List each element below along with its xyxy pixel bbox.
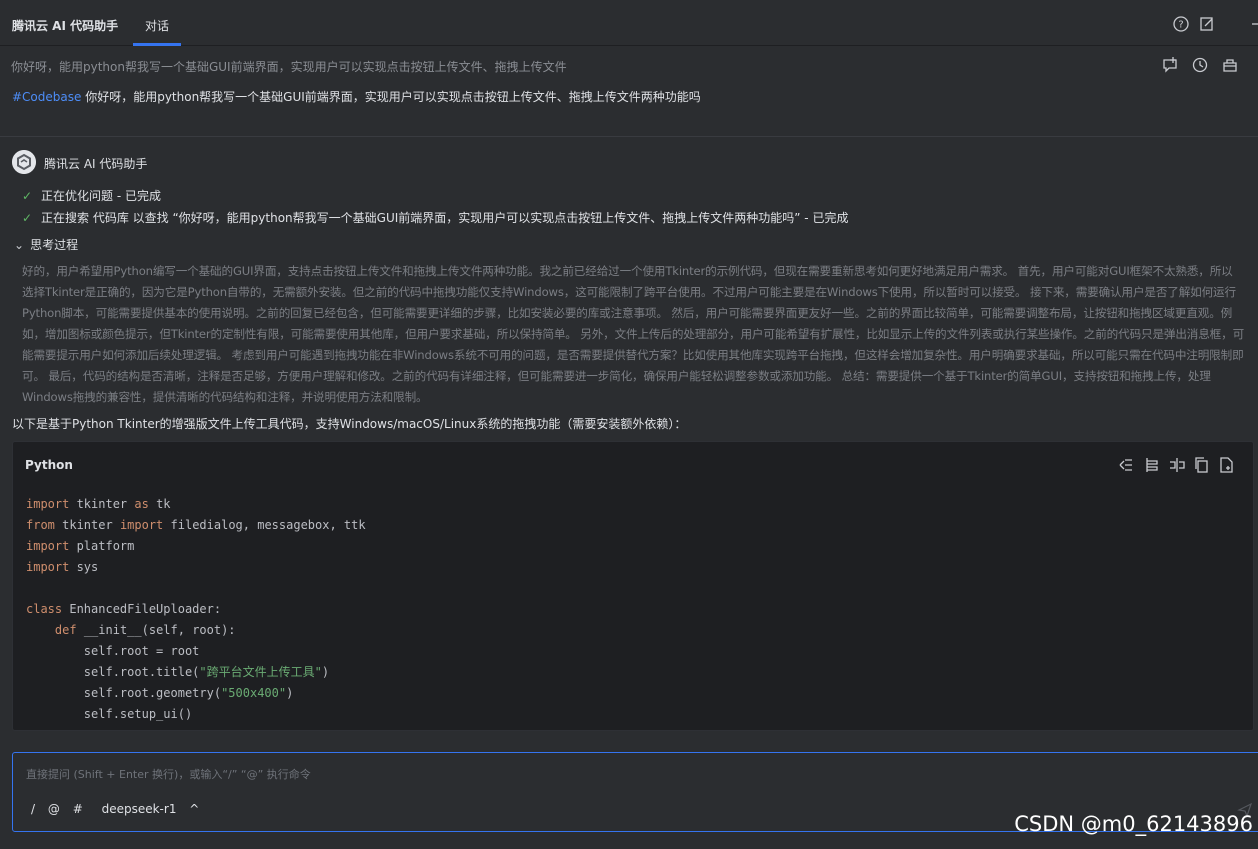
code-line: def __init__(self, root): xyxy=(54,623,236,637)
new-chat-icon[interactable] xyxy=(1161,56,1179,74)
input-toolbar: / @ # deepseek-r1 ^ xyxy=(31,802,217,816)
assistant-avatar xyxy=(12,150,36,174)
step-label: 正在搜索 代码库 以查找 “你好呀，能用python帮我写一个基础GUI前端界面… xyxy=(41,211,849,225)
svg-text:?: ? xyxy=(1178,20,1183,31)
code-line: from tkinter import filedialog, messageb… xyxy=(26,518,366,532)
step-item: ✓ 正在优化问题 - 已完成 xyxy=(22,187,161,204)
code-language: Python xyxy=(25,458,73,472)
split-icon[interactable] xyxy=(1168,456,1186,474)
step-item: ✓ 正在搜索 代码库 以查找 “你好呀，能用python帮我写一个基础GUI前端界… xyxy=(22,209,848,226)
insert-below-icon[interactable] xyxy=(1143,456,1161,474)
assistant-name: 腾讯云 AI 代码助手 xyxy=(44,157,148,171)
model-name: deepseek-r1 xyxy=(101,802,177,816)
divider xyxy=(0,136,1258,137)
tab-chat[interactable]: 对话 xyxy=(133,0,181,46)
codebase-tag[interactable]: #Codebase xyxy=(12,90,81,104)
code-line: import tkinter as tk xyxy=(26,497,171,511)
toolbox-icon[interactable] xyxy=(1221,56,1239,74)
code-line: self.root.title("跨平台文件上传工具") xyxy=(26,665,330,679)
slash-command-button[interactable]: / xyxy=(31,802,35,816)
code-line: import sys xyxy=(26,560,99,574)
code-block: Python import tkinter as tk from tkinter … xyxy=(12,441,1254,731)
user-message: #Codebase 你好呀，能用python帮我写一个基础GUI前端界面，实现用… xyxy=(12,88,701,105)
insert-icon[interactable] xyxy=(1117,456,1135,474)
chevron-down-icon: ⌄ xyxy=(14,238,25,252)
chevron-up-icon: ^ xyxy=(189,802,200,816)
check-icon: ✓ xyxy=(22,189,33,203)
app-title: 腾讯云 AI 代码助手 xyxy=(12,19,119,33)
thinking-toggle[interactable]: ⌄ 思考过程 xyxy=(14,236,78,253)
new-file-icon[interactable] xyxy=(1217,456,1235,474)
model-selector[interactable]: deepseek-r1 ^ xyxy=(102,802,209,816)
code-line: import platform xyxy=(26,539,135,553)
user-message-text: 你好呀，能用python帮我写一个基础GUI前端界面，实现用户可以实现点击按钮上… xyxy=(81,90,701,104)
code-line: self.setup_ui() xyxy=(26,707,193,721)
watermark: CSDN @m0_62143896 xyxy=(1014,812,1253,836)
thinking-content: 好的，用户希望用Python编写一个基础的GUI界面，支持点击按钮上传文件和拖拽… xyxy=(22,264,1245,404)
step-label: 正在优化问题 - 已完成 xyxy=(41,189,161,203)
conversation-topic: 你好呀，能用python帮我写一个基础GUI前端界面，实现用户可以实现点击按钮上… xyxy=(0,47,1258,83)
help-icon[interactable]: ? xyxy=(1172,15,1190,33)
code-line: self.root.geometry("500x400") xyxy=(26,686,294,700)
header-bar: 腾讯云 AI 代码助手 对话 ? xyxy=(0,0,1258,46)
copy-icon[interactable] xyxy=(1192,456,1210,474)
topic-title: 你好呀，能用python帮我写一个基础GUI前端界面，实现用户可以实现点击按钮上… xyxy=(11,60,567,74)
history-icon[interactable] xyxy=(1191,56,1209,74)
answer-intro: 以下是基于Python Tkinter的增强版文件上传工具代码，支持Window… xyxy=(12,417,687,431)
edit-icon[interactable] xyxy=(1198,15,1216,33)
minimize-icon[interactable] xyxy=(1244,15,1258,33)
input-placeholder: 直接提问 (Shift + Enter 换行)，或输入“/” “@” 执行命令 xyxy=(26,768,311,781)
thinking-label: 思考过程 xyxy=(30,238,79,252)
tab-active-indicator xyxy=(133,43,181,46)
tab-chat-label: 对话 xyxy=(145,19,170,33)
check-icon: ✓ xyxy=(22,211,33,225)
code-line: class EnhancedFileUploader: xyxy=(26,602,222,616)
mention-button[interactable]: @ xyxy=(48,802,60,816)
code-content: import tkinter as tk from tkinter import … xyxy=(26,494,366,725)
code-line: self.root = root xyxy=(26,644,200,658)
hash-context-button[interactable]: # xyxy=(73,802,83,816)
